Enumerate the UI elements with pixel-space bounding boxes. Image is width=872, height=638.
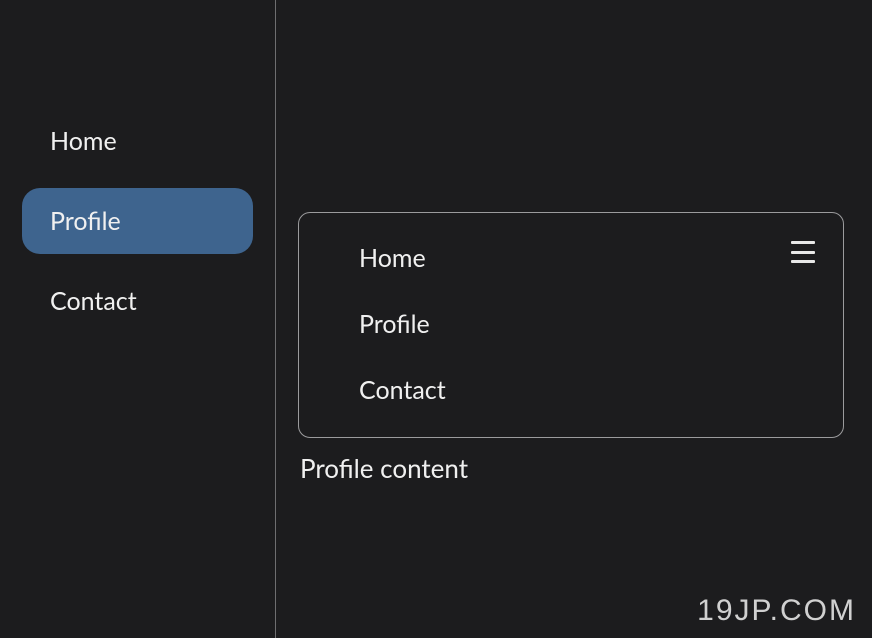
dropdown-panel: Home Profile Contact: [298, 212, 844, 438]
watermark: 19JP.COM: [697, 594, 856, 628]
hamburger-icon: [791, 241, 815, 244]
dropdown-item-label: Contact: [359, 375, 446, 405]
sidebar-item-label: Contact: [50, 286, 137, 316]
sidebar-item-profile[interactable]: Profile: [22, 188, 253, 254]
sidebar-item-contact[interactable]: Contact: [22, 268, 253, 334]
sidebar-item-label: Profile: [50, 206, 121, 236]
dropdown-item-label: Home: [359, 243, 426, 273]
hamburger-icon: [791, 251, 815, 254]
hamburger-icon: [791, 260, 815, 263]
dropdown-item-label: Profile: [359, 309, 430, 339]
sidebar-item-home[interactable]: Home: [22, 108, 253, 174]
sidebar-nav: Home Profile Contact: [0, 0, 276, 638]
dropdown-item-contact[interactable]: Contact: [321, 357, 821, 423]
hamburger-menu-button[interactable]: [791, 241, 815, 263]
dropdown-item-profile[interactable]: Profile: [321, 291, 821, 357]
content-text: Profile content: [300, 452, 844, 485]
main-area: Home Profile Contact Profile content: [276, 0, 872, 638]
sidebar-item-label: Home: [50, 126, 117, 156]
dropdown-item-home[interactable]: Home: [321, 225, 821, 291]
